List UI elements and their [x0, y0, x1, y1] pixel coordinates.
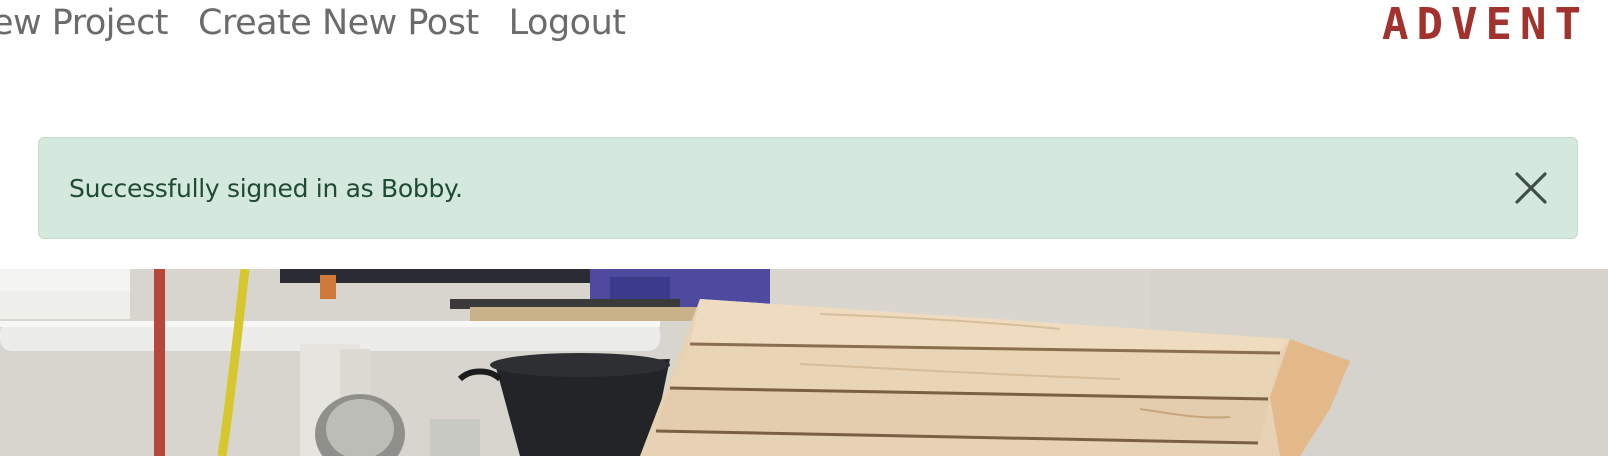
alert-message: Successfully signed in as Bobby.	[69, 173, 463, 203]
close-icon[interactable]	[1513, 170, 1549, 206]
nav-link-create-new-post[interactable]: Create New Post	[198, 3, 479, 43]
brand-logo[interactable]: ADVENT	[1382, 0, 1608, 50]
hero-image	[0, 269, 1608, 456]
nav-links: ew Project Create New Post Logout	[0, 0, 626, 46]
success-alert: Successfully signed in as Bobby.	[38, 137, 1578, 239]
top-navbar: ew Project Create New Post Logout ADVENT	[0, 0, 1608, 70]
nav-link-new-project[interactable]: ew Project	[0, 3, 169, 43]
brand-logo-text: ADVENT	[1382, 0, 1589, 50]
workshop-photo-illustration	[0, 269, 1608, 456]
nav-link-logout[interactable]: Logout	[509, 3, 626, 43]
